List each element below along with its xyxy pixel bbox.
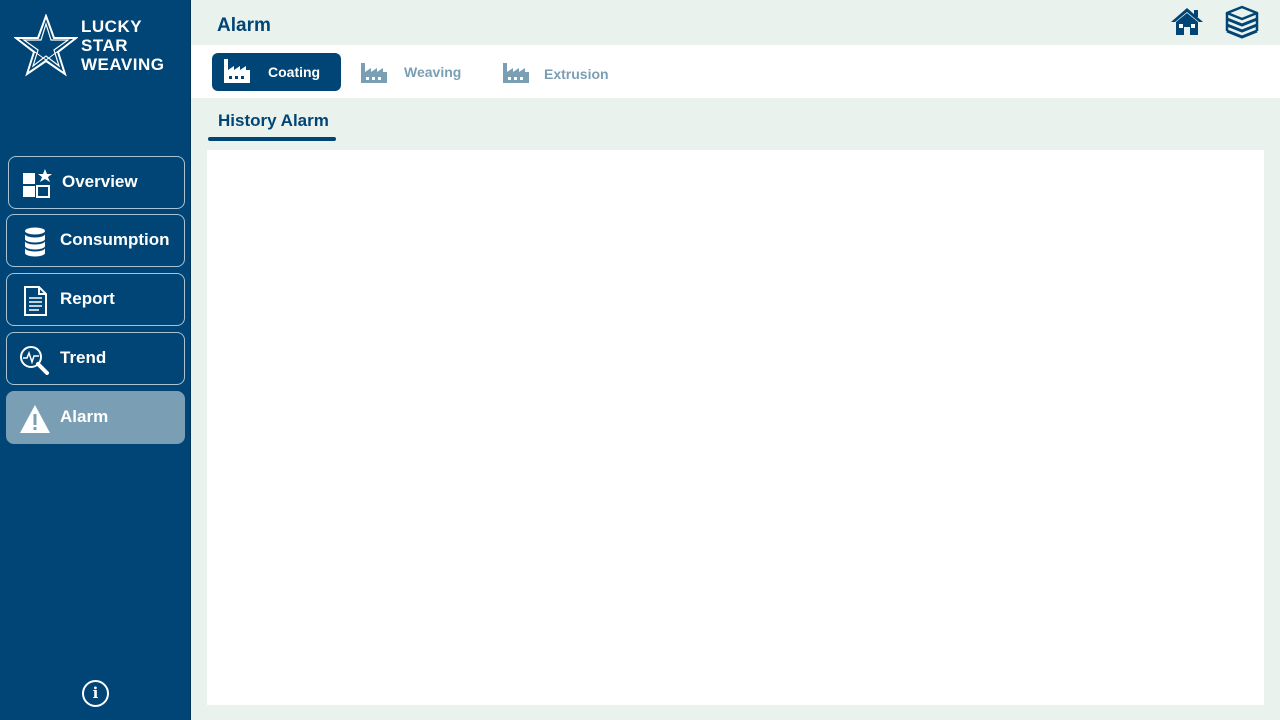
sidebar-item-consumption[interactable]: Consumption	[6, 214, 185, 267]
brand-name: LUCKY STAR WEAVING	[81, 17, 164, 74]
warning-icon	[20, 405, 50, 433]
sidebar-item-label: Overview	[62, 172, 138, 191]
tab-extrusion[interactable]: Extrusion	[491, 53, 616, 91]
trend-search-icon	[20, 346, 49, 375]
document-icon	[24, 286, 47, 316]
page-title: Alarm	[217, 15, 271, 36]
sidebar-item-label: Report	[60, 289, 115, 308]
layers-icon[interactable]	[1224, 5, 1260, 39]
sidebar-item-alarm[interactable]: Alarm	[6, 391, 185, 444]
brand-line-1: LUCKY	[81, 17, 143, 36]
subtab-underline	[208, 137, 336, 141]
sidebar: LUCKY STAR WEAVING Overview Consumption	[0, 0, 191, 720]
sidebar-item-label: Alarm	[60, 407, 109, 426]
overview-icon	[23, 169, 52, 198]
database-icon	[25, 227, 45, 257]
info-button[interactable]: i	[82, 680, 109, 707]
sidebar-item-report[interactable]: Report	[6, 273, 185, 326]
tab-coating[interactable]: Coating	[212, 53, 341, 91]
star-logo-icon	[14, 14, 78, 77]
sidebar-item-overview[interactable]: Overview	[8, 156, 185, 209]
brand-line-3: WEAVING	[81, 55, 165, 74]
tab-label: Coating	[268, 64, 321, 80]
factory-icon	[224, 59, 250, 83]
home-icon[interactable]	[1170, 7, 1204, 37]
sidebar-item-trend[interactable]: Trend	[6, 332, 185, 385]
tab-label: Extrusion	[544, 66, 609, 82]
brand-line-2: STAR	[81, 36, 129, 55]
tab-label: Weaving	[404, 64, 462, 80]
factory-icon	[503, 63, 529, 83]
brand-logo[interactable]: LUCKY STAR WEAVING	[14, 14, 184, 80]
factory-icon	[361, 63, 387, 83]
tab-weaving[interactable]: Weaving	[349, 53, 469, 91]
sidebar-item-label: Consumption	[60, 230, 170, 249]
tab-history-alarm[interactable]: History Alarm	[208, 108, 336, 143]
history-alarm-panel	[207, 150, 1264, 705]
subtab-label: History Alarm	[218, 111, 329, 130]
sidebar-item-label: Trend	[60, 348, 107, 367]
plant-tabbar: Coating Weaving Extrusion	[191, 45, 1280, 98]
